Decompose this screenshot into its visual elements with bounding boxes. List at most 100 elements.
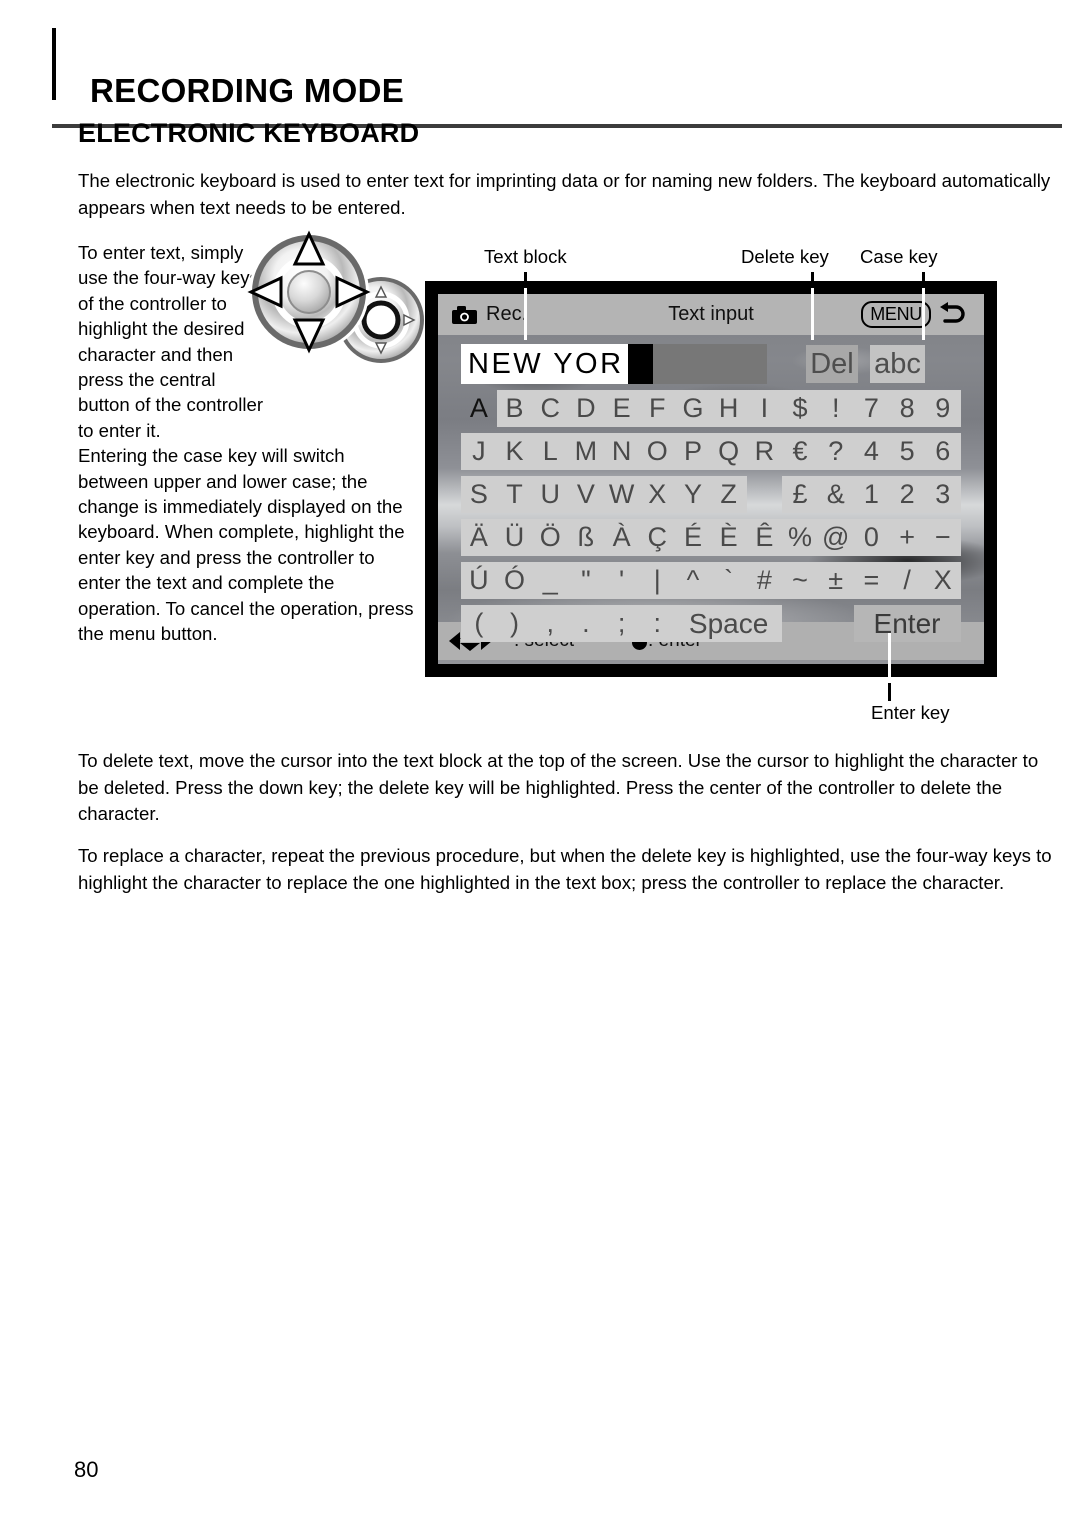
delete-key[interactable]: Del <box>806 345 858 383</box>
keyboard-key[interactable]: 9 <box>924 390 961 427</box>
keyboard-key[interactable]: 6 <box>924 433 961 470</box>
keyboard-key[interactable]: ß <box>568 519 604 556</box>
text-block-value: NEW YOR <box>461 344 628 384</box>
keyboard-key[interactable]: X <box>639 476 676 513</box>
keyboard-key[interactable]: " <box>568 562 604 599</box>
keyboard-key[interactable]: L <box>532 433 569 470</box>
keyboard-key[interactable]: P <box>675 433 711 470</box>
keyboard-key[interactable]: ? <box>817 433 854 470</box>
keyboard-key[interactable]: K <box>496 433 533 470</box>
keyboard-key[interactable]: Y <box>675 476 711 513</box>
keyboard-key[interactable]: Ó <box>496 562 533 599</box>
instruction-column: To enter text, simply use the four-way k… <box>78 240 418 647</box>
space-key[interactable]: Space <box>675 605 783 642</box>
keyboard-key[interactable]: J <box>461 433 497 470</box>
keyboard-key[interactable]: H <box>710 390 747 427</box>
keyboard-key[interactable]: O <box>639 433 676 470</box>
keyboard-key[interactable]: : <box>639 605 676 642</box>
keyboard-key[interactable]: M <box>568 433 604 470</box>
instruction-text-narrow: To enter text, simply use the four-way k… <box>78 242 264 441</box>
keyboard-key[interactable]: R <box>746 433 783 470</box>
keyboard-key[interactable]: & <box>817 476 854 513</box>
keyboard-key[interactable]: _ <box>532 562 569 599</box>
keyboard-key[interactable]: | <box>639 562 676 599</box>
keyboard-key[interactable]: , <box>532 605 569 642</box>
menu-badge[interactable]: MENU <box>861 301 931 328</box>
keyboard-key[interactable]: U <box>532 476 569 513</box>
delete-text-paragraph: To delete text, move the cursor into the… <box>78 750 1039 824</box>
keyboard-key[interactable]: 5 <box>889 433 925 470</box>
keyboard-key[interactable]: . <box>568 605 604 642</box>
keyboard-key[interactable]: G <box>675 390 711 427</box>
keyboard-key[interactable]: / <box>889 562 925 599</box>
keyboard-key[interactable]: 4 <box>853 433 890 470</box>
callout-text-block: Text block <box>484 246 567 267</box>
keyboard-row: S T U V W X Y Z £ & 1 2 3 <box>461 476 961 513</box>
lcd-display-area: Rec. Text input MENU NEW YOR Del abc ABC… <box>438 294 984 664</box>
keyboard-key[interactable]: ! <box>817 390 854 427</box>
keyboard-key[interactable]: Ú <box>461 562 497 599</box>
keyboard-key-blank <box>747 476 783 513</box>
keyboard-key[interactable]: 1 <box>853 476 890 513</box>
keyboard-key[interactable]: I <box>746 390 783 427</box>
header-left-rule <box>52 28 56 100</box>
keyboard-key[interactable]: 7 <box>853 390 890 427</box>
keyboard-key[interactable]: È <box>710 519 747 556</box>
keyboard-key[interactable]: T <box>496 476 533 513</box>
keyboard-key[interactable]: Ö <box>532 519 569 556</box>
leader-line-delete-key-inner <box>811 288 814 340</box>
keyboard-row: Ú Ó _ " ' | ^ ` # ~ ± = / X <box>461 562 961 599</box>
keyboard-key[interactable]: W <box>603 476 640 513</box>
keyboard-key[interactable]: @ <box>817 519 854 556</box>
keyboard-key[interactable]: % <box>782 519 818 556</box>
keyboard-key[interactable]: ; <box>603 605 640 642</box>
keyboard-key[interactable]: 0 <box>853 519 890 556</box>
keyboard-key[interactable]: N <box>603 433 640 470</box>
keyboard-key[interactable]: V <box>568 476 604 513</box>
keyboard-key[interactable]: Ü <box>496 519 533 556</box>
keyboard-key[interactable]: ± <box>817 562 854 599</box>
keyboard-key[interactable]: ( <box>461 605 497 642</box>
keyboard-key[interactable]: # <box>746 562 783 599</box>
instruction-text-wide: Entering the case key will switch betwee… <box>78 445 414 645</box>
keyboard-key[interactable]: B <box>496 390 533 427</box>
keyboard-key[interactable]: C <box>532 390 569 427</box>
keyboard-key[interactable]: E <box>603 390 640 427</box>
keyboard-key[interactable]: 2 <box>889 476 925 513</box>
keyboard-key[interactable]: S <box>461 476 497 513</box>
keyboard-key[interactable]: X <box>924 562 961 599</box>
replace-character-paragraph: To replace a character, repeat the previ… <box>78 845 1052 893</box>
keyboard-key[interactable]: 8 <box>889 390 925 427</box>
keyboard-key[interactable]: D <box>568 390 604 427</box>
keyboard-key[interactable]: Ê <box>746 519 783 556</box>
keyboard-key[interactable]: Ç <box>639 519 676 556</box>
leader-line-enter-key-inner <box>888 633 891 683</box>
keyboard-key[interactable]: ~ <box>782 562 818 599</box>
text-cursor <box>628 344 653 384</box>
keyboard-key[interactable]: F <box>639 390 676 427</box>
keyboard-key[interactable]: ` <box>710 562 747 599</box>
keyboard-key[interactable]: ) <box>496 605 533 642</box>
callout-case-key: Case key <box>860 246 938 267</box>
keyboard-key[interactable]: € <box>782 433 818 470</box>
keyboard-key[interactable]: Z <box>710 476 747 513</box>
keyboard-key[interactable]: 3 <box>924 476 961 513</box>
enter-key[interactable]: Enter <box>853 605 961 642</box>
keyboard-key[interactable]: Ä <box>461 519 497 556</box>
keyboard-key[interactable]: À <box>603 519 640 556</box>
keyboard-key[interactable]: ' <box>603 562 640 599</box>
keyboard-key[interactable]: = <box>853 562 890 599</box>
keyboard-key[interactable]: − <box>924 519 961 556</box>
keyboard-key[interactable]: É <box>675 519 711 556</box>
keyboard-key[interactable]: A <box>461 390 497 427</box>
keyboard-key[interactable]: £ <box>782 476 818 513</box>
keyboard-key[interactable]: + <box>889 519 925 556</box>
case-key[interactable]: abc <box>870 345 925 383</box>
back-arrow-icon[interactable] <box>938 300 968 328</box>
keyboard-key[interactable]: $ <box>782 390 818 427</box>
keyboard-key[interactable]: Q <box>710 433 747 470</box>
page-header-title: RECORDING MODE <box>90 72 405 109</box>
leader-line-text-block-inner <box>524 288 527 340</box>
keyboard-key[interactable]: ^ <box>675 562 711 599</box>
page-header: RECORDING MODE <box>0 28 1080 128</box>
